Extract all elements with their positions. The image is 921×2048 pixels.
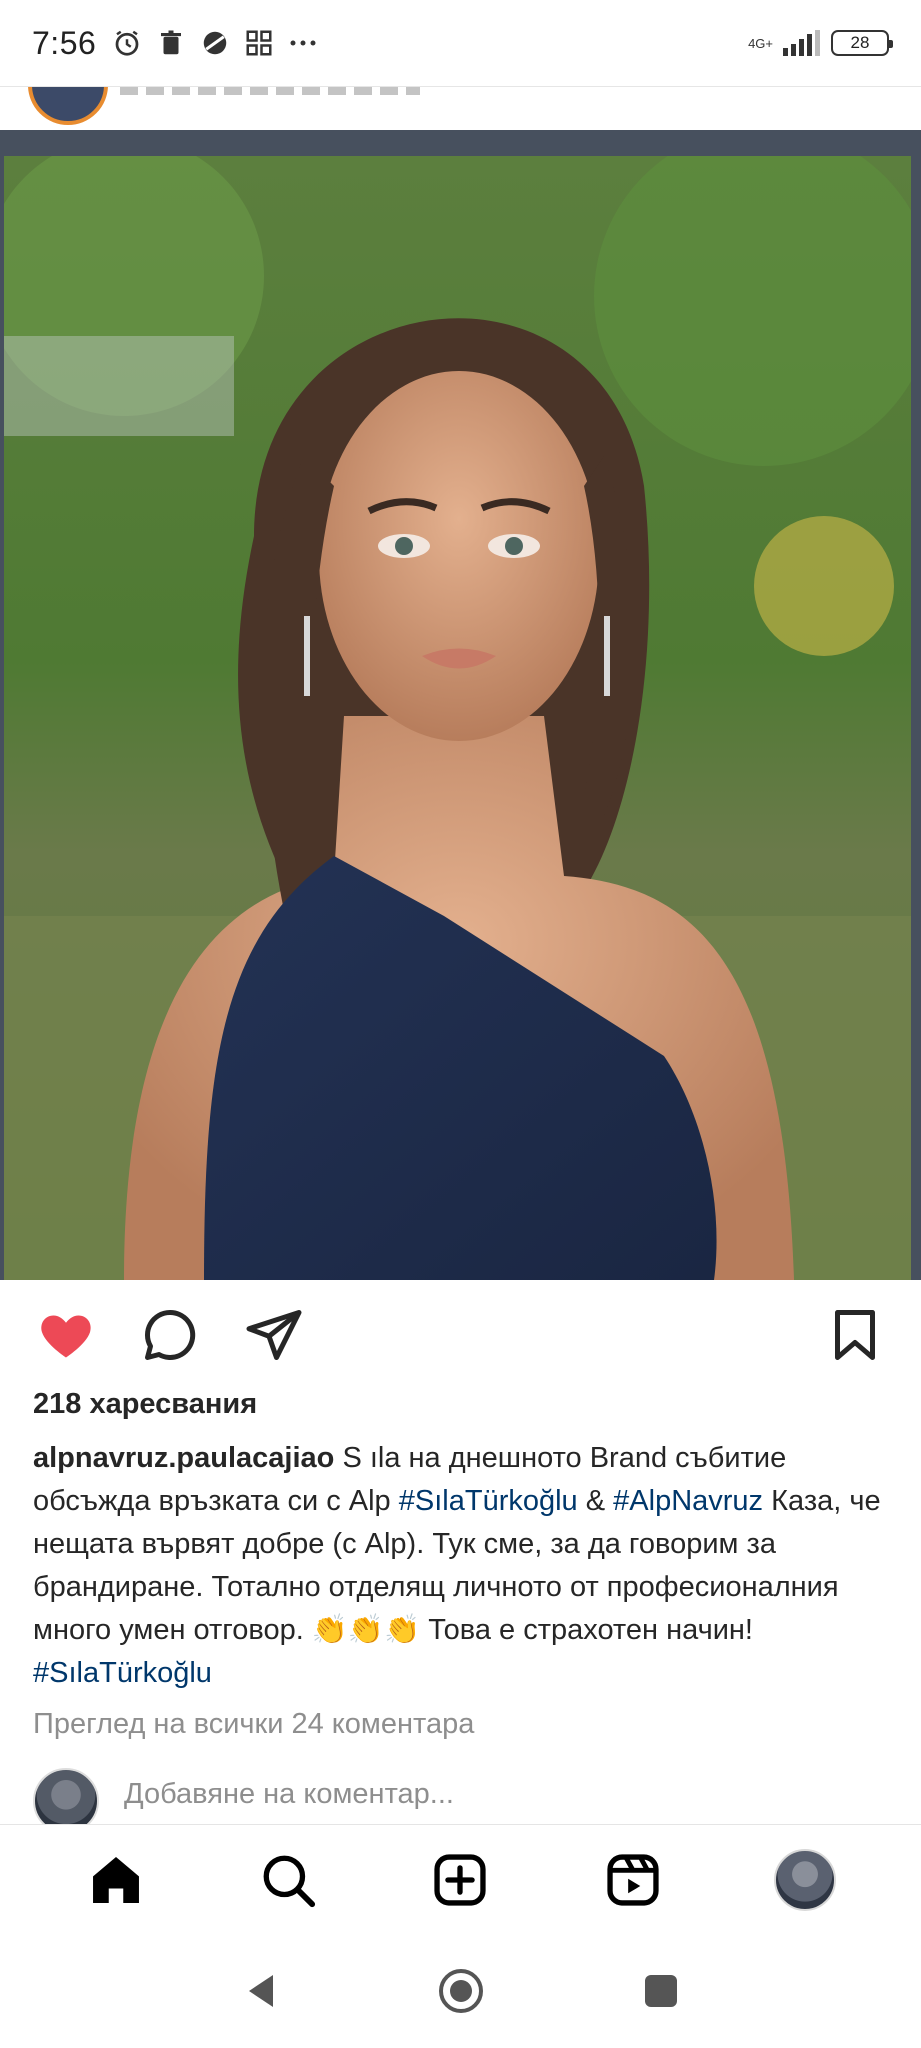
status-bar: 7:56 4G+ 28 [0, 0, 921, 86]
comment-button[interactable] [138, 1303, 202, 1367]
view-all-comments-link[interactable]: Преглед на всички 24 коментара [33, 1708, 474, 1741]
nav-reels[interactable] [598, 1845, 668, 1915]
system-back-button[interactable] [236, 1966, 286, 2016]
home-icon [93, 1856, 140, 1903]
caption-text-2: & [577, 1485, 614, 1517]
caption-username[interactable]: alpnavruz.paulacajiao [33, 1442, 334, 1474]
post-header[interactable] [0, 86, 921, 130]
search-icon [263, 1855, 316, 1907]
comment-bubble-icon [144, 1309, 196, 1360]
post-photo-image [4, 156, 911, 1280]
post-caption: alpnavruz.paulacajiao S ıla на днешното … [33, 1437, 893, 1695]
nav-search[interactable] [253, 1845, 323, 1915]
hashtag-link[interactable]: #SılaTürkoğlu [33, 1657, 212, 1689]
system-navigation-bar [0, 1934, 921, 2048]
status-time: 7:56 [32, 24, 97, 61]
battery-indicator: 28 [831, 30, 893, 56]
system-home-button[interactable] [436, 1966, 486, 2016]
more-dots-icon [290, 40, 316, 46]
status-right: 4G+ 28 [748, 30, 893, 56]
add-comment-row[interactable]: Добавяне на коментар... [0, 1764, 921, 1824]
add-comment-input[interactable]: Добавяне на коментар... [124, 1778, 454, 1811]
bookmark-icon [835, 1310, 875, 1360]
bottom-navigation [0, 1824, 921, 1934]
post-author-name-cropped [120, 87, 420, 95]
system-recents-button[interactable] [636, 1966, 686, 2016]
vpn-icon [204, 31, 227, 55]
save-button[interactable] [823, 1303, 887, 1367]
create-post-icon [434, 1853, 487, 1906]
current-user-avatar [33, 1768, 99, 1824]
post-author-avatar[interactable] [28, 87, 108, 125]
home-circle-icon [438, 1969, 483, 2013]
trash-icon [161, 30, 182, 55]
likes-count[interactable]: 218 харесвания [33, 1388, 257, 1421]
battery-level: 28 [850, 33, 870, 52]
send-paper-plane-icon [246, 1310, 302, 1360]
apps-icon [246, 30, 272, 56]
back-icon [248, 1975, 273, 2007]
share-button[interactable] [242, 1303, 306, 1367]
notification-icons [112, 28, 318, 58]
alarm-icon [115, 30, 139, 56]
like-button[interactable] [34, 1303, 98, 1367]
nav-profile[interactable] [770, 1845, 840, 1915]
hashtag-link[interactable]: #AlpNavruz [613, 1485, 763, 1517]
post-photo[interactable] [0, 130, 921, 1280]
post-actions [0, 1280, 921, 1390]
instagram-feed-screen: 7:56 4G+ 28 218 харесвания alpnavruz.pau… [0, 0, 921, 2048]
network-type: 4G+ [748, 35, 773, 51]
recents-icon [644, 1975, 677, 2007]
nav-home[interactable] [81, 1845, 151, 1915]
profile-avatar [773, 1848, 836, 1911]
nav-create[interactable] [425, 1845, 495, 1915]
reels-icon [607, 1853, 659, 1906]
signal-icon [783, 30, 820, 56]
heart-filled-icon [41, 1315, 91, 1358]
hashtag-link[interactable]: #SılaTürkoğlu [399, 1485, 578, 1517]
